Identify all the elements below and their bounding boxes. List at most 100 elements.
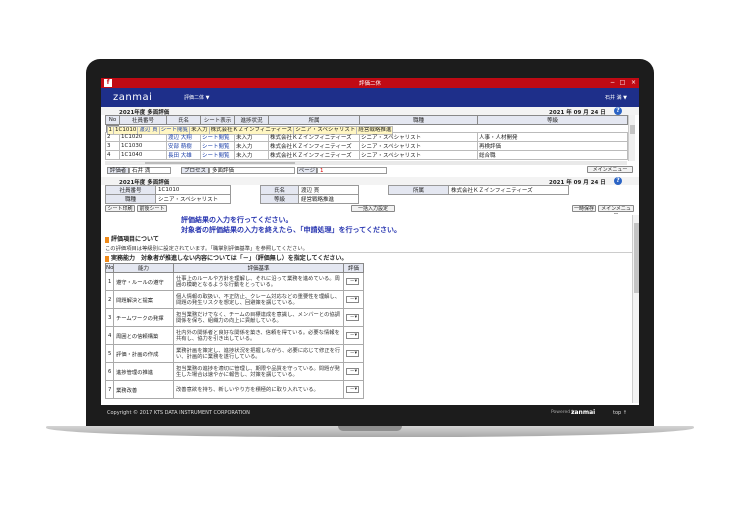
cell-job: シニア・スペシャリスト (359, 132, 478, 142)
main-menu-button-2[interactable]: メインメニュー (598, 205, 634, 218)
col-header: 能力 (113, 263, 174, 273)
table-row[interactable]: 2 1C1020 渡辺 大翔 シート閲覧 未入力 株式会社ＫＺインフィニティーズ… (105, 132, 628, 142)
back-to-top-link[interactable]: top ↑ (613, 410, 627, 416)
col-header: 評価 (343, 263, 364, 273)
instruction-message: 評価結果の入力を行ってください。 対象者の評価結果の入力を終えたら、「申請処理」… (181, 215, 401, 235)
table-row: 1 遵守・ルールの遵守 仕事上のルールや方針を理解し、それに沿って業務を進めてい… (105, 272, 364, 291)
app-window: f 評価二休 − □ × zanmai 評価二体 ▼ 石井 満 ▼ 2021年度… (101, 78, 639, 422)
eval-ability: 業務改善 (113, 380, 174, 399)
chevron-down-icon: ▾ (354, 387, 357, 392)
window-titlebar: f 評価二休 − □ × (101, 78, 639, 88)
table-row: 6 進捗管理の推進 担当業務の進捗を適切に管理し、期限や品質を守っている。問題が… (105, 362, 364, 381)
table-row: 3 チームワークの発揮 担当業務だけでなく、チームの目標達成を意識し、メンバーと… (105, 308, 364, 327)
page-field[interactable]: 1 (317, 167, 387, 174)
maximize-icon[interactable]: □ (618, 79, 627, 87)
table-row[interactable]: 3 1C1030 安部 萌樹 シート閲覧 未入力 株式会社ＫＺインフィニティーズ… (105, 141, 628, 151)
chevron-down-icon: ▾ (354, 315, 357, 320)
cell-dept: 株式会社ＫＺインフィニティーズ (268, 132, 360, 142)
table-row[interactable]: 4 1C1040 長田 大雄 シート閲覧 未入力 株式会社ＫＺインフィニティーズ… (105, 150, 628, 160)
close-icon[interactable]: × (629, 79, 638, 87)
cell-sheet-link[interactable]: シート閲覧 (200, 132, 235, 142)
list-hscrollbar[interactable] (105, 161, 627, 165)
spacer (359, 195, 389, 204)
menu-dropdown[interactable]: 評価二体 ▼ (184, 94, 209, 101)
bulk-input-button[interactable]: 一括入力設定 (351, 205, 395, 212)
col-header: 評価基準 (173, 263, 344, 273)
table-header: No 能力 評価基準 評価 (105, 263, 364, 273)
user-menu[interactable]: 石井 満 ▼ (605, 94, 627, 101)
spacer (231, 195, 261, 204)
main-scrollbar[interactable] (632, 215, 639, 403)
temp-save-button[interactable]: 一時保存 (572, 205, 596, 212)
cell-grade: 総合職 (477, 150, 628, 160)
spacer (389, 195, 449, 204)
employee-info: 社員番号 1C1010 氏名 渡辺 貫 所属 株式会社ＫＺインフィニティーズ 職… (105, 185, 628, 204)
detail-band: 2021年度 多面評価 2021 年 09 月 24 日 ? (101, 177, 639, 186)
process-label: プロセス (181, 167, 209, 174)
cell-job: シニア・スペシャリスト (359, 141, 478, 151)
cell-name[interactable]: 長田 大雄 (166, 150, 201, 160)
eval-no: 4 (105, 326, 114, 345)
scroll-thumb[interactable] (630, 125, 635, 134)
chevron-down-icon: ▾ (354, 351, 357, 356)
brand-logo: zanmai (571, 409, 596, 416)
scroll-thumb[interactable] (145, 162, 295, 164)
rating-select[interactable]: －▾ (346, 350, 359, 357)
list-scrollbar[interactable] (628, 115, 635, 161)
window-title: 評価二休 (358, 81, 381, 87)
eval-criteria: 仕事上のルールや方針を理解し、それに沿って業務を進めている。周囲の模範となるよう… (173, 272, 344, 291)
cell-sheet-link[interactable]: シート閲覧 (200, 150, 235, 160)
minimize-icon[interactable]: − (608, 79, 617, 87)
eval-ability: 周囲との信頼構築 (113, 326, 174, 345)
list-band: 2021年度 多面評価 2021 年 09 月 24 日 ? (101, 107, 639, 116)
eval-ability: 評価・計画の作成 (113, 344, 174, 363)
eval-cell: －▾ (343, 272, 364, 291)
rating-select[interactable]: －▾ (346, 386, 359, 393)
help-icon[interactable]: ? (614, 107, 622, 115)
eval-ability: 進捗管理の推進 (113, 362, 174, 381)
cell-emp-no: 1C1030 (119, 141, 167, 151)
eval-no: 3 (105, 308, 114, 327)
main-menu-button[interactable]: メインメニュー (587, 166, 633, 173)
eval-ability: 遵守・ルールの遵守 (113, 272, 174, 291)
transfer-sheet-button[interactable]: 前後シート (137, 205, 167, 212)
eval-criteria: 担当業務だけでなく、チームの目標達成を意識し、メンバーとの協調関係を保ち、組織力… (173, 308, 344, 327)
eval-no: 2 (105, 290, 114, 309)
eval-no: 7 (105, 380, 114, 399)
cell-job: シニア・スペシャリスト (359, 150, 478, 160)
rating-select[interactable]: －▾ (346, 332, 359, 339)
evaluator-field[interactable]: 石井 満 (129, 167, 171, 174)
emp-no-value: 1C1010 (155, 185, 231, 195)
eval-criteria: 個人情報の取扱い、不正防止、クレーム対応などの重要性を理解し、問題の発生リスクを… (173, 290, 344, 309)
table-row: 7 業務改善 改善意欲を持ち、新しいやり方を積極的に取り入れている。 －▾ (105, 380, 364, 399)
eval-cell: －▾ (343, 290, 364, 309)
rating-select[interactable]: －▾ (346, 314, 359, 321)
sheet-print-button[interactable]: シート印刷 (105, 205, 135, 212)
col-header: 進捗状況 (234, 115, 269, 125)
cell-name[interactable]: 安部 萌樹 (166, 141, 201, 151)
eval-ability: チームワークの発揮 (113, 308, 174, 327)
eval-no: 1 (105, 272, 114, 291)
table-row[interactable]: 1 1C1010 渡辺 貫 シート閲覧 未入力 株式会社ＫＺインフィニティーズ … (105, 125, 394, 135)
cell-sheet-link[interactable]: シート閲覧 (200, 141, 235, 151)
table-row: 2 問題解決と提案 個人情報の取扱い、不正防止、クレーム対応などの重要性を理解し… (105, 290, 364, 309)
message-line-2: 対象者の評価結果の入力を終えたら、「申請処理」を行ってください。 (181, 226, 401, 234)
job-label: 職種 (105, 194, 156, 204)
rating-select[interactable]: －▾ (346, 296, 359, 303)
scroll-thumb[interactable] (634, 223, 639, 293)
cell-emp-no: 1C1040 (119, 150, 167, 160)
app-logo: zanmai (113, 92, 153, 103)
spacer (231, 186, 261, 195)
filter-bar: 評価者 石井 満 プロセス 多面評価 ページ 1 メインメニュー (101, 166, 639, 175)
rating-select[interactable]: －▾ (346, 368, 359, 375)
process-field[interactable]: 多面評価 (209, 167, 295, 174)
chevron-down-icon: ▾ (354, 297, 357, 302)
cell-no: 3 (105, 141, 120, 151)
dept-label: 所属 (388, 185, 449, 195)
help-icon[interactable]: ? (614, 177, 622, 185)
rating-select[interactable]: －▾ (346, 278, 359, 285)
col-header: シート表示 (200, 115, 235, 125)
cell-no: 4 (105, 150, 120, 160)
spacer (569, 186, 628, 195)
evaluator-label: 評価者 (107, 167, 129, 174)
